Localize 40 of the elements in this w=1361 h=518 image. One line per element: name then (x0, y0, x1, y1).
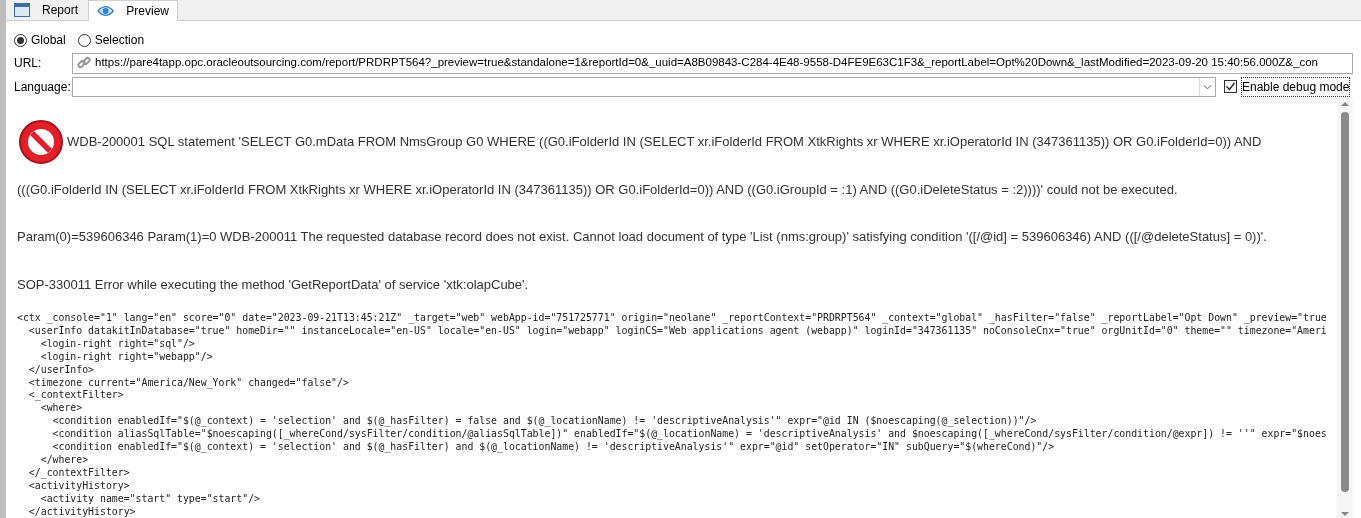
code-line: <timezone current="America/New_York" changed="false"/> (27, 376, 349, 390)
link-icon (77, 56, 91, 70)
checkbox-label: Enable debug mode (1241, 76, 1351, 97)
code-line: <login-right right="sql"/> (39, 337, 195, 351)
code-line: <login-right right="webapp"/> (39, 350, 213, 364)
scrollbar-thumb[interactable] (1341, 112, 1349, 492)
radio-label: Global (31, 32, 66, 49)
code-line: </userInfo> (27, 363, 95, 377)
error-message: Param(0)=539606346 Param(1)=0 WDB-200011 The requested database record does not exist. Cannot load document of type 'List (nms:group)' satisfying condition '([/@id] = 539606346) AND (([/@deleteStatus] = 0))'. (17, 228, 1267, 246)
language-label: Language: (14, 78, 72, 96)
scroll-up-icon[interactable] (1340, 100, 1350, 108)
code-line: <condition aliasSqlTable="$noescaping([_whereCond/sysFilter/condition/@aliasSqlTable])" enabledIf="$(@_locationName) = 'descriptiveAnalysis' and $noescaping([_whereCond/sysFilter/condition/@expr]) != ''" expr="$noes (51, 428, 1327, 442)
code-line: </activityHistory> (27, 505, 136, 518)
tab[interactable]: Preview (88, 0, 178, 21)
prohibited-icon (17, 117, 65, 166)
radio-button[interactable] (77, 33, 91, 47)
code-line: </_contextFilter> (27, 466, 130, 480)
url-field[interactable]: https://pare4tapp.opc.oracleoutsourcing.com/report/PRDRPT564?_preview=true&standalone=1&reportId=0&_uuid=A8B09843-C284-4E48-9558-D4FE9E63C1F3&_reportLabel=Opt%20Down&_lastModified=2023-09-20 15:40:56.000Z&_con (72, 52, 1353, 74)
code-line: <_contextFilter> (27, 389, 124, 403)
error-message: WDB-200001 SQL statement 'SELECT G0.mData FROM NmsGroup G0 WHERE ((G0.iFolderId IN (SELECT xr.iFolderId FROM XtkRights xr WHERE xr.iOperatorId IN (347361135)) OR G0.iFolderId=0)) AND (67, 133, 1262, 151)
radio-button[interactable] (14, 33, 27, 47)
code-line: <condition enabledIf="$(@_context) = 'selection' and $(@_hasFilter) = false and $(@_locationName) != 'descriptiveAnalysis'" expr="@id IN ($noescaping(@_selection))"/> (51, 415, 1037, 429)
window-icon (14, 3, 30, 17)
eye-icon (97, 5, 115, 17)
language-dropdown[interactable] (72, 76, 1216, 97)
code-line: </where> (39, 453, 89, 467)
error-message: SOP-330011 Error while executing the method 'GetReportData' of service 'xtk:olapCube'. (17, 275, 529, 294)
scrollbar[interactable] (1337, 100, 1353, 518)
code-line: <ctx _console="1" lang="en" score="0" date="2023-09-21T13:45:21Z" _target="web" webApp-id="751725771" origin="neolane" _reportContext="PRDRPT564" _context="global" _hasFilter="false" _reportLabel="Opt Down" _preview="true (17, 312, 1327, 325)
checkbox[interactable] (1224, 80, 1237, 93)
code-line: <activityHistory> (27, 479, 130, 493)
chevron-down-icon (1199, 77, 1215, 96)
code-line: <userInfo datakitInDatabase="true" homeDir="" instanceLocale="en-US" locale="en-US" login="webapp" loginCS="Web applications agent (webapp)" loginId="347361135" noConsoleCnx="true" orgUnitId="0" theme="" timezone="Ameri (27, 324, 1327, 338)
radio-label: Selection (94, 32, 145, 49)
scroll-down-icon[interactable] (1340, 510, 1350, 518)
code-line: <where> (39, 402, 83, 416)
url-label: URL: (14, 55, 43, 72)
code-line: <activity name="start" type="start"/> (39, 492, 260, 506)
code-line: <condition enabledIf="$(@_context) = 'selection' and $(@_hasFilter) and $(@_locationName) != 'descriptiveAnalysis'" expr="@id" setOperator="IN" subQuery="$(whereCond)"/> (51, 441, 1055, 454)
error-message: (((G0.iFolderId IN (SELECT xr.iFolderId FROM XtkRights xr WHERE xr.iOperatorId IN (347361135)) OR G0.iFolderId=0)) AND ((G0.iGroupId = :1) AND ((G0.iDeleteStatus = :2))))' could not be executed. (17, 180, 1178, 199)
